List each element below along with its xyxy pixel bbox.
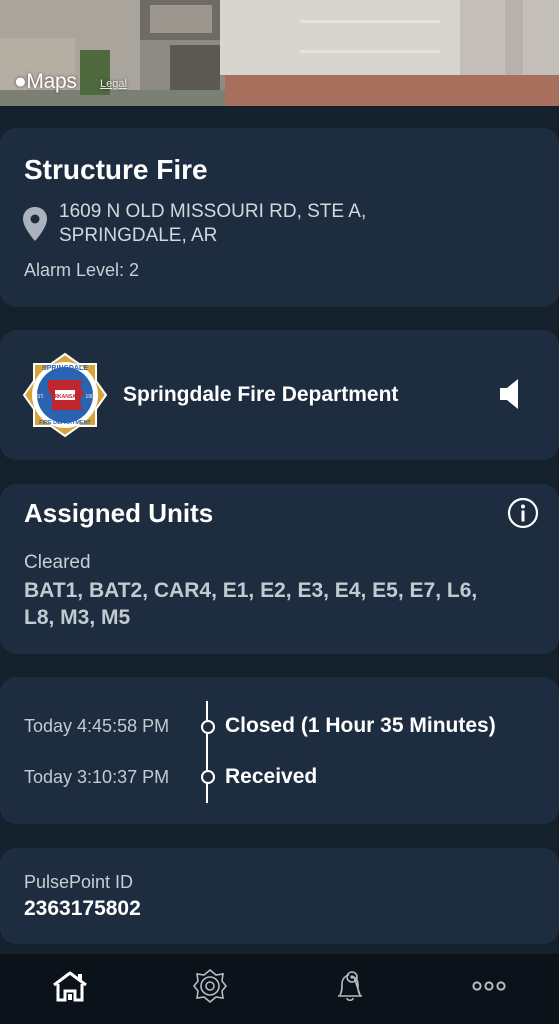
units-list-line-1: BAT1, BAT2, CAR4, E1, E2, E3, E4, E5, E7… <box>24 579 478 602</box>
tab-fire-departments[interactable] <box>180 954 240 1018</box>
pulsepoint-id-card: PulsePoint ID 2363175802 <box>0 848 559 944</box>
pulsepoint-id-value: 2363175802 <box>24 897 141 920</box>
location-pin-icon <box>23 207 47 241</box>
speaker-icon[interactable] <box>498 377 526 411</box>
bottom-tab-bar <box>0 954 559 1024</box>
timeline-event-label: Closed (1 Hour 35 Minutes) <box>225 714 496 737</box>
units-status: Cleared <box>24 552 91 573</box>
pulsepoint-id-label: PulsePoint ID <box>24 872 134 892</box>
address-line-1: 1609 N OLD MISSOURI RD, STE A, <box>59 201 367 222</box>
timeline-card: Today 4:45:58 PM Closed (1 Hour 35 Minut… <box>0 677 559 824</box>
address-line-2: SPRINGDALE, AR <box>59 225 218 246</box>
logo-est: EST. <box>34 394 45 400</box>
more-icon <box>472 981 506 991</box>
logo-arc-top: SPRINGDALE <box>42 365 88 372</box>
fire-badge-icon <box>192 968 228 1004</box>
department-name: Springdale Fire Department <box>123 383 399 406</box>
logo-arc-bottom: FIRE DEPARTMENT <box>39 420 91 426</box>
units-list: BAT1, BAT2, CAR4, E1, E2, E3, E4, E5, E7… <box>24 577 524 631</box>
map-view[interactable]: ●Maps Legal <box>0 0 559 106</box>
incident-address[interactable]: 1609 N OLD MISSOURI RD, STE A, SPRINGDAL… <box>59 200 366 248</box>
home-icon <box>53 971 87 1002</box>
apple-maps-logo: ●Maps <box>14 70 77 93</box>
map-satellite-image <box>0 0 559 106</box>
department-logo: ARKANSAS SPRINGDALE FIRE DEPARTMENT EST.… <box>22 352 108 438</box>
tab-home[interactable] <box>40 954 100 1018</box>
timeline-time: Today 4:45:58 PM <box>24 716 170 736</box>
tab-more[interactable] <box>459 954 519 1018</box>
logo-year: 1909 <box>85 394 96 400</box>
agency-card[interactable]: ARKANSAS SPRINGDALE FIRE DEPARTMENT EST.… <box>0 330 559 460</box>
assigned-units-title: Assigned Units <box>24 498 214 528</box>
timeline-dot <box>201 720 215 734</box>
alarm-level: Alarm Level: 2 <box>24 260 140 280</box>
info-icon[interactable] <box>507 497 539 529</box>
alert-settings-icon <box>338 971 362 1002</box>
assigned-units-card: Assigned Units Cleared BAT1, BAT2, CAR4,… <box>0 484 559 654</box>
incident-card: Structure Fire 1609 N OLD MISSOURI RD, S… <box>0 128 559 307</box>
incident-title: Structure Fire <box>24 154 208 185</box>
logo-state-text: ARKANSAS <box>51 394 80 400</box>
apple-logo-icon: ● <box>14 70 27 93</box>
tab-alert-settings[interactable] <box>320 954 380 1018</box>
timeline-line <box>206 701 208 803</box>
timeline-event-label: Received <box>225 765 318 788</box>
units-list-line-2: L8, M3, M5 <box>24 606 131 629</box>
map-legal-link[interactable]: Legal <box>100 78 127 90</box>
timeline-time: Today 3:10:37 PM <box>24 767 170 787</box>
timeline-dot <box>201 770 215 784</box>
